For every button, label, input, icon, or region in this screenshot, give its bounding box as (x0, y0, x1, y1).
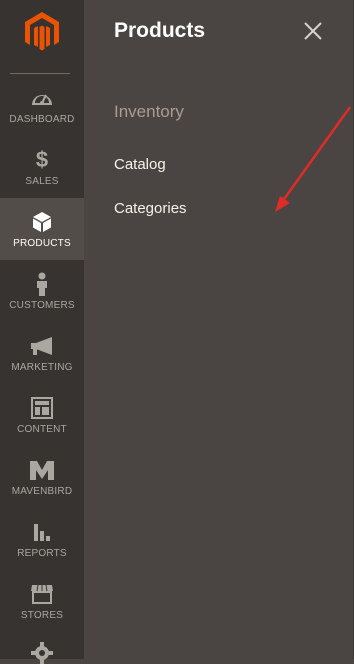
dollar-icon: $ (35, 146, 49, 172)
sidebar-item-marketing[interactable]: MARKETING (0, 322, 84, 384)
magento-logo-icon[interactable] (20, 8, 64, 56)
products-menu-panel: Products Inventory Catalog Categories (84, 0, 354, 659)
sidebar-item-label: CONTENT (17, 423, 67, 435)
gear-icon (31, 642, 53, 664)
sidebar-item-stores[interactable]: STORES (0, 570, 84, 632)
person-icon (35, 272, 49, 296)
mavenbird-icon (29, 458, 55, 482)
sidebar-item-label: DASHBOARD (9, 113, 75, 125)
sidebar-item-system[interactable] (0, 632, 84, 664)
sidebar-item-mavenbird[interactable]: MAVENBIRD (0, 446, 84, 508)
store-icon (30, 582, 54, 606)
sidebar-item-dashboard[interactable]: DASHBOARD (0, 74, 84, 136)
menu-link-categories[interactable]: Categories (114, 200, 187, 217)
box-icon (32, 210, 52, 234)
sidebar-item-customers[interactable]: CUSTOMERS (0, 260, 84, 322)
sidebar-item-label: SALES (25, 175, 59, 187)
page-title: Products (114, 19, 206, 42)
layout-icon (31, 396, 53, 420)
admin-sidebar: DASHBOARD $ SALES PRODUCTS CUSTOMERS MAR… (0, 0, 84, 664)
sidebar-item-label: PRODUCTS (13, 237, 71, 249)
sidebar-item-label: MARKETING (11, 361, 73, 373)
sidebar-item-label: CUSTOMERS (9, 299, 75, 311)
sidebar-item-label: STORES (20, 609, 64, 621)
annotation-arrow-icon (275, 106, 352, 212)
dashboard-icon (30, 86, 54, 110)
sidebar-item-content[interactable]: CONTENT (0, 384, 84, 446)
sidebar-item-label: REPORTS (17, 547, 67, 559)
section-title-inventory: Inventory (114, 102, 184, 121)
sidebar-item-products[interactable]: PRODUCTS (0, 198, 84, 260)
bar-chart-icon (31, 520, 53, 544)
sidebar-item-reports[interactable]: REPORTS (0, 508, 84, 570)
sidebar-item-label: MAVENBIRD (11, 485, 73, 497)
sidebar-item-sales[interactable]: $ SALES (0, 136, 84, 198)
close-icon[interactable] (302, 20, 324, 42)
menu-link-catalog[interactable]: Catalog (114, 156, 166, 173)
megaphone-icon (30, 334, 54, 358)
